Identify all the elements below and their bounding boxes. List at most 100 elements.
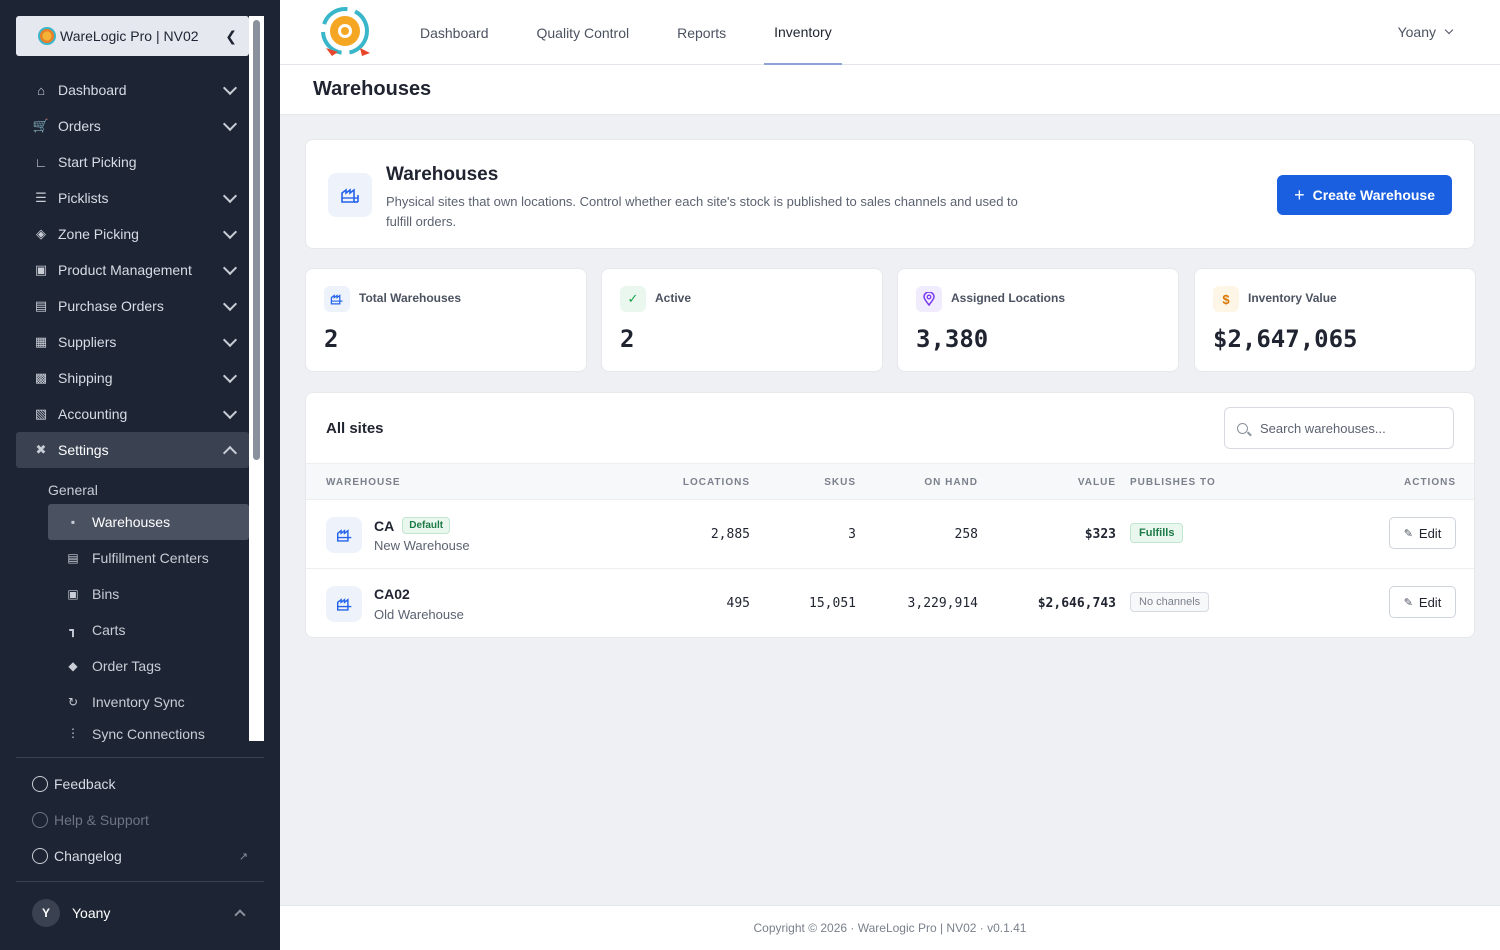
feedback-link[interactable]: Feedback: [16, 766, 264, 802]
sidebar-subitem-order-tags[interactable]: ◆ Order Tags: [48, 648, 249, 684]
sidebar-item-dashboard[interactable]: ⌂ Dashboard: [16, 72, 249, 108]
sidebar-item-product-management[interactable]: ▣ Product Management: [16, 252, 249, 288]
chat-bubble-icon: [32, 776, 48, 792]
top-user-menu[interactable]: Yoany: [1398, 24, 1454, 40]
search-field[interactable]: [1224, 407, 1454, 449]
chevron-down-icon: [222, 332, 238, 347]
truck-icon: ▩: [34, 370, 48, 385]
sidebar-subitem-label: Inventory Sync: [92, 694, 185, 710]
locations-cell: 2,885: [710, 527, 750, 542]
external-link-icon: ↗: [238, 850, 248, 863]
cart-icon: 🛒: [32, 118, 50, 133]
sidebar-item-label: Zone Picking: [58, 226, 139, 242]
tab-quality-control[interactable]: Quality Control: [527, 0, 640, 65]
locations-cell: 495: [726, 596, 750, 611]
top-tabs: Dashboard Quality Control Reports Invent…: [410, 0, 870, 65]
sidebar-subitem-inventory-sync[interactable]: ↻ Inventory Sync: [48, 684, 249, 720]
map-pin-icon: [916, 286, 942, 312]
tools-icon: ✖: [35, 442, 47, 457]
stat-label: Total Warehouses: [359, 291, 462, 305]
column-header-value[interactable]: VALUE: [1078, 477, 1116, 488]
app-logo-icon[interactable]: [318, 4, 372, 58]
edit-button[interactable]: ✎ Edit: [1389, 517, 1456, 549]
create-warehouse-label: Create Warehouse: [1312, 187, 1435, 203]
changelog-label: Changelog: [54, 848, 122, 864]
column-header-warehouse[interactable]: WAREHOUSE: [326, 477, 401, 488]
skus-cell: 15,051: [809, 596, 856, 611]
sidebar-item-shipping[interactable]: ▩ Shipping: [16, 360, 249, 396]
stat-total-warehouses: Total Warehouses 2: [305, 268, 587, 372]
sidebar-item-accounting[interactable]: ▧ Accounting: [16, 396, 249, 432]
sidebar-item-purchase-orders[interactable]: ▤ Purchase Orders: [16, 288, 249, 324]
hand-truck-icon: ∟: [34, 154, 48, 170]
sidebar-item-settings[interactable]: ✖ Settings: [16, 432, 249, 468]
sidebar: WareLogic Pro | NV02 ❮ ⌂ Dashboard 🛒 Ord…: [0, 0, 280, 950]
pencil-icon: ✎: [1403, 527, 1413, 540]
sidebar-item-suppliers[interactable]: ▦ Suppliers: [16, 324, 249, 360]
sidebar-item-label: Suppliers: [58, 334, 117, 350]
warehouse-icon: [326, 586, 362, 622]
sidebar-subitem-sync-connections[interactable]: ⋮ Sync Connections: [48, 720, 249, 742]
help-label: Help & Support: [54, 812, 149, 828]
collapse-sidebar-icon[interactable]: ❮: [225, 28, 237, 45]
sidebar-subitem-fulfillment-centers[interactable]: ▤ Fulfillment Centers: [48, 540, 249, 576]
skus-cell: 3: [848, 527, 856, 542]
column-header-skus[interactable]: SKUS: [824, 477, 856, 488]
scrollbar-thumb[interactable]: [253, 20, 260, 460]
chevron-down-icon: [1444, 25, 1454, 35]
tab-reports[interactable]: Reports: [667, 0, 736, 65]
sidebar-user-name: Yoany: [72, 904, 111, 921]
sidebar-item-picklists[interactable]: ☰ Picklists: [16, 180, 249, 216]
changelog-link[interactable]: Changelog ↗: [16, 838, 264, 874]
publishes-badge: Fulfills: [1130, 523, 1184, 543]
column-header-locations[interactable]: LOCATIONS: [683, 477, 750, 488]
building-icon: ▤: [67, 551, 79, 565]
sidebar-item-orders[interactable]: 🛒 Orders: [16, 108, 249, 144]
search-input[interactable]: [1260, 420, 1430, 436]
tab-inventory[interactable]: Inventory: [764, 0, 842, 65]
table-row[interactable]: CA02 Old Warehouse 495 15,051 3,229,914 …: [306, 569, 1474, 637]
brand-switcher[interactable]: WareLogic Pro | NV02 ❮: [16, 16, 249, 56]
stat-label: Active: [655, 291, 692, 305]
home-icon: ⌂: [37, 82, 45, 98]
create-warehouse-button[interactable]: + Create Warehouse: [1277, 175, 1452, 215]
chevron-down-icon: [222, 80, 238, 95]
column-header-on-hand[interactable]: ON HAND: [924, 477, 978, 488]
sidebar-user-menu[interactable]: Y Yoany: [16, 881, 264, 943]
stat-value: 3,380: [916, 325, 989, 353]
stat-inventory-value: $ Inventory Value $2,647,065: [1194, 268, 1476, 372]
column-header-publishes-to[interactable]: PUBLISHES TO: [1130, 477, 1216, 488]
edit-label: Edit: [1418, 525, 1442, 541]
sidebar-item-zone-picking[interactable]: ◈ Zone Picking: [16, 216, 249, 252]
edit-label: Edit: [1418, 594, 1442, 610]
sidebar-subitem-warehouses[interactable]: ▪ Warehouses: [48, 504, 249, 540]
sidebar-item-label: Accounting: [58, 406, 128, 422]
plug-icon: ⋮: [67, 726, 79, 740]
question-circle-icon: [32, 812, 48, 828]
table-header: WAREHOUSE LOCATIONS SKUS ON HAND VALUE P…: [306, 463, 1474, 500]
warehouse-icon: ▪: [70, 515, 76, 529]
document-icon: ▤: [34, 298, 48, 313]
chevron-down-icon: [222, 296, 238, 311]
table-row[interactable]: CA Default New Warehouse 2,885 3 258 $32…: [306, 500, 1474, 569]
search-icon: [1237, 422, 1248, 434]
warehouse-icon: [324, 286, 350, 312]
warehouse-icon: ▦: [34, 334, 48, 349]
sync-icon: ↻: [67, 695, 79, 709]
sidebar-subitem-bins[interactable]: ▣ Bins: [48, 576, 249, 612]
warehouse-code: CA02: [374, 586, 410, 602]
stat-value: $2,647,065: [1213, 325, 1358, 353]
tab-dashboard[interactable]: Dashboard: [410, 0, 499, 65]
sidebar-subitem-label: Bins: [92, 586, 120, 602]
publishes-badge: No channels: [1130, 592, 1210, 612]
help-support-link[interactable]: Help & Support: [16, 802, 264, 838]
sidebar-subitem-label: Sync Connections: [92, 726, 205, 742]
sidebar-subitem-label: Order Tags: [92, 658, 161, 674]
edit-button[interactable]: ✎ Edit: [1389, 586, 1456, 618]
column-header-actions: ACTIONS: [1404, 477, 1456, 488]
warehouse-code: CA Default: [374, 517, 451, 534]
sidebar-nav: ⌂ Dashboard 🛒 Orders ∟ Start Picking ☰ P…: [16, 72, 249, 742]
sidebar-item-start-picking[interactable]: ∟ Start Picking: [16, 144, 249, 180]
sidebar-scrollbar[interactable]: [249, 16, 264, 741]
sidebar-subitem-carts[interactable]: ┓ Carts: [48, 612, 249, 648]
